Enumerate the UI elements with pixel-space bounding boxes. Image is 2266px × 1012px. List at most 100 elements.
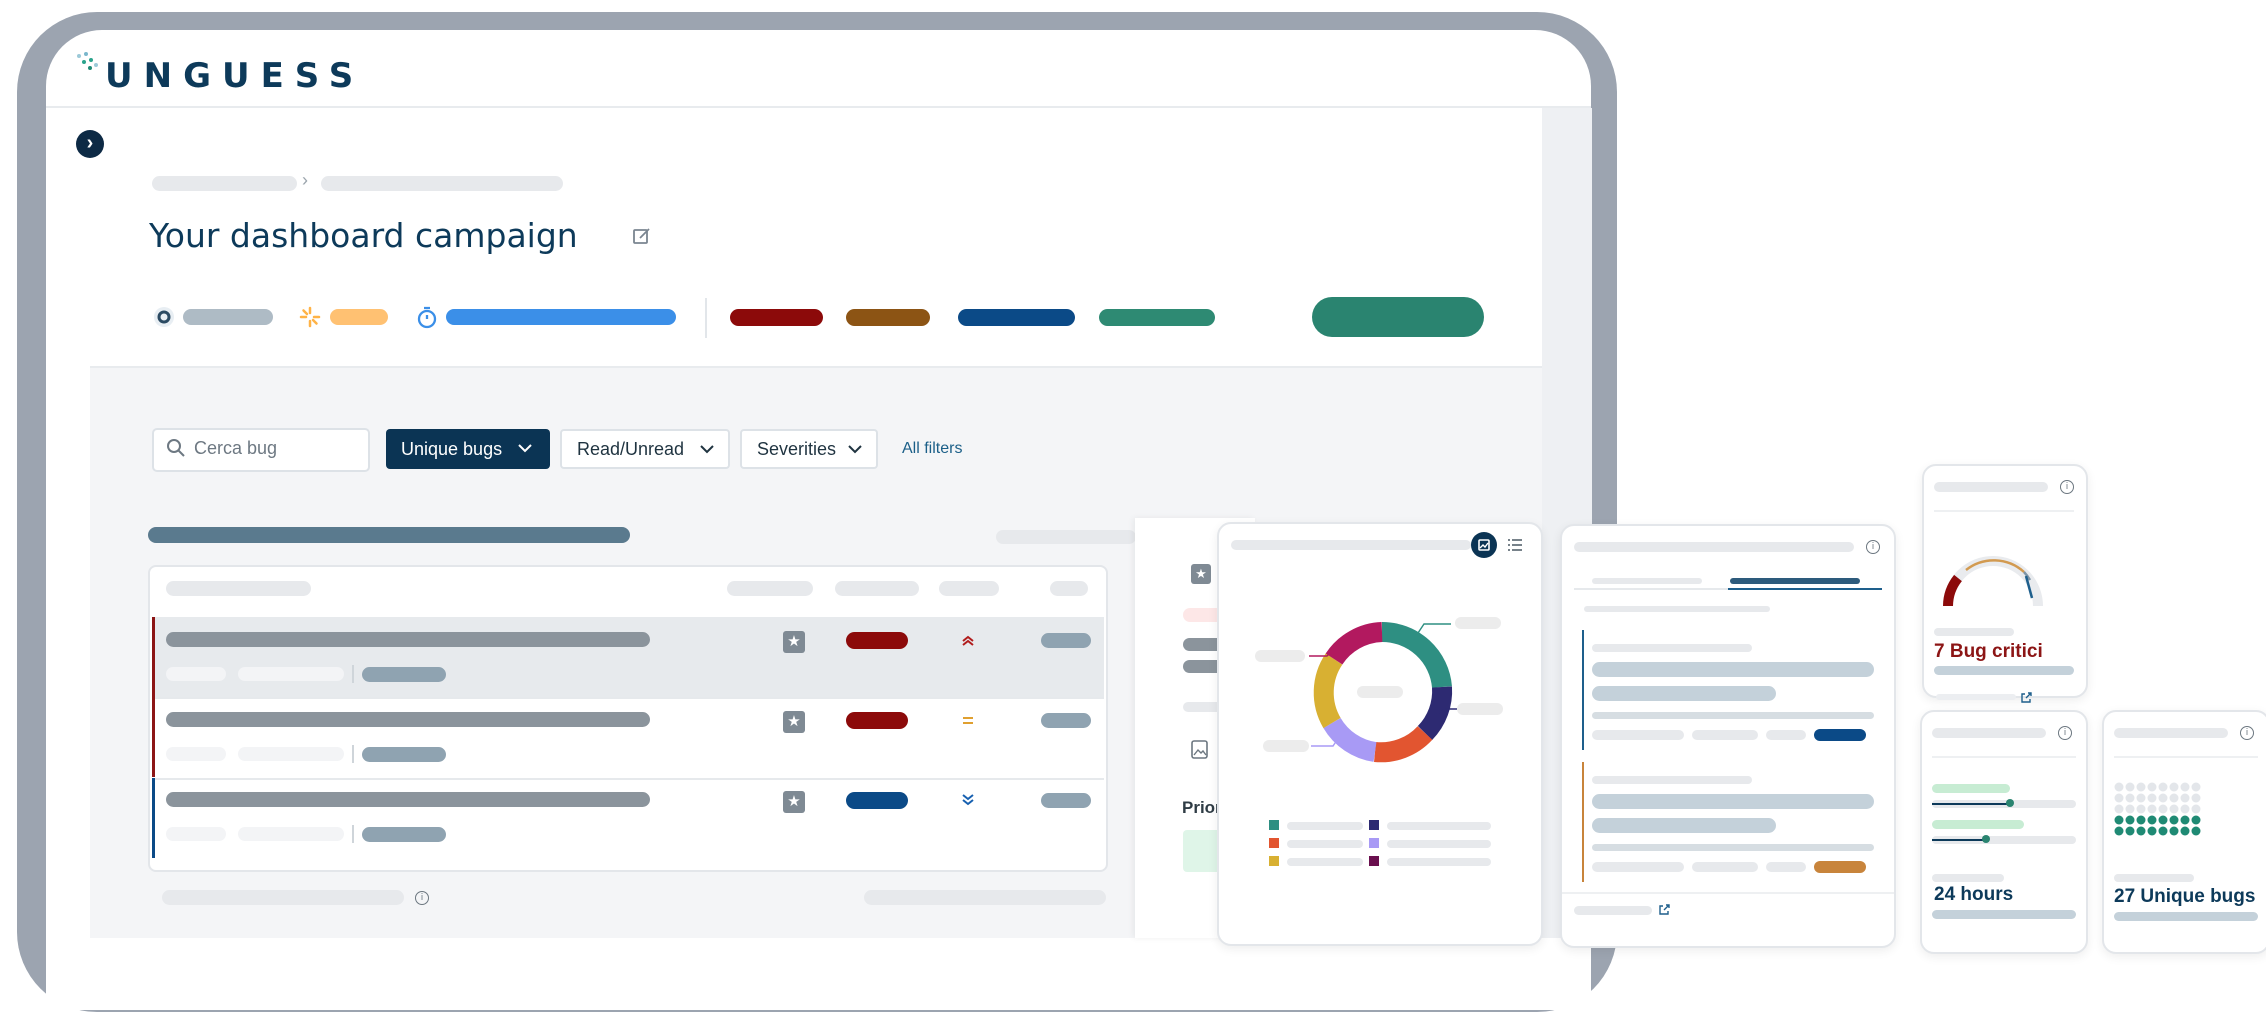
donut-chart-widget <box>1217 522 1543 946</box>
list-icon[interactable] <box>1507 538 1523 552</box>
table-header-cell <box>727 581 813 596</box>
matrix-dot <box>2158 793 2168 803</box>
severities-dropdown[interactable]: Severities <box>740 429 878 469</box>
unique-bugs-dropdown[interactable]: Unique bugs <box>386 429 550 469</box>
star-icon[interactable]: ★ <box>783 631 805 653</box>
chevron-down-icon <box>700 445 714 454</box>
info-icon[interactable]: i <box>2060 480 2074 494</box>
primary-action-button[interactable] <box>1312 297 1484 337</box>
status-badge <box>1041 713 1091 728</box>
chart-icon[interactable] <box>1471 532 1497 558</box>
divider <box>352 745 354 763</box>
info-icon[interactable]: i <box>2240 726 2254 740</box>
unique-bugs-widget: i 27 Unique bugs <box>2102 710 2266 954</box>
list-item-meta <box>1592 776 1752 784</box>
timeline-label <box>1932 784 2010 793</box>
image-icon <box>1191 740 1208 759</box>
external-link-icon[interactable] <box>1658 904 1670 916</box>
bug-tag <box>238 747 344 761</box>
matrix-dot <box>2114 782 2124 792</box>
status-badge <box>1041 633 1091 648</box>
list-item-title[interactable] <box>1592 794 1874 809</box>
list-item-title[interactable] <box>1592 686 1776 701</box>
loading-icon <box>299 306 321 328</box>
matrix-dot <box>2147 782 2157 792</box>
widget-footer-link[interactable] <box>1574 906 1652 915</box>
sidebar-toggle-button[interactable]: › <box>76 130 104 158</box>
edit-icon[interactable] <box>632 226 652 246</box>
matrix-dot <box>2114 815 2124 825</box>
widget-title <box>2114 728 2228 738</box>
divider <box>352 665 354 683</box>
bug-title <box>166 712 650 727</box>
matrix-dot <box>2169 793 2179 803</box>
matrix-dot <box>2169 815 2179 825</box>
bug-tag <box>238 667 344 681</box>
matrix-dot <box>2147 793 2157 803</box>
chart-label <box>1457 703 1503 715</box>
list-item-title[interactable] <box>1592 662 1874 677</box>
severity-low-count <box>1099 309 1215 326</box>
matrix-dot <box>2136 826 2146 836</box>
all-filters-link[interactable]: All filters <box>902 440 962 458</box>
list-item-meta <box>1592 644 1752 652</box>
widget-subline <box>1932 910 2076 919</box>
table-row[interactable]: ★ <box>152 778 1104 860</box>
progress-bar <box>446 309 676 325</box>
matrix-dot <box>2114 793 2124 803</box>
tab-active[interactable] <box>1730 578 1860 584</box>
chevron-down-icon <box>518 444 532 453</box>
matrix-dot <box>2125 782 2135 792</box>
list-caption <box>1584 606 1770 612</box>
info-icon[interactable]: i <box>1866 540 1880 554</box>
stopwatch-icon <box>417 306 437 329</box>
table-row[interactable]: ★ <box>152 697 1104 779</box>
widget-title <box>1574 542 1854 552</box>
severity-medium-count <box>958 309 1075 326</box>
row-severity-indicator <box>152 778 155 858</box>
matrix-dot <box>2125 815 2135 825</box>
matrix-dot <box>2191 826 2201 836</box>
bug-type-tag <box>362 747 446 762</box>
breadcrumb-item[interactable] <box>321 176 563 191</box>
list-item-line <box>1592 712 1874 719</box>
breadcrumb-item[interactable] <box>152 176 297 191</box>
divider <box>1562 892 1894 894</box>
matrix-dot <box>2125 793 2135 803</box>
legend-label <box>1387 822 1491 830</box>
star-icon[interactable]: ★ <box>1191 564 1211 584</box>
matrix-dot <box>2136 793 2146 803</box>
severity-critical-count <box>730 309 823 326</box>
timeline-label <box>1932 820 2024 829</box>
star-icon[interactable]: ★ <box>783 711 805 733</box>
legend-swatch <box>1369 856 1379 866</box>
chart-label <box>1263 740 1309 752</box>
matrix-dot <box>2136 782 2146 792</box>
star-icon[interactable]: ★ <box>783 791 805 813</box>
tab-inactive[interactable] <box>1592 578 1702 584</box>
info-icon[interactable]: i <box>2058 726 2072 740</box>
section-title <box>148 527 630 543</box>
matrix-dot <box>2125 804 2135 814</box>
duration-stat: 24 hours <box>1934 884 2014 905</box>
severity-badge <box>846 792 908 809</box>
list-item-tag <box>1766 730 1806 740</box>
list-item-badge <box>1814 729 1866 741</box>
list-item-tag <box>1592 862 1684 872</box>
logo[interactable]: UNGUESS <box>105 56 364 96</box>
info-icon[interactable]: i <box>415 891 429 905</box>
list-item-title[interactable] <box>1592 818 1776 833</box>
external-link-icon[interactable] <box>2020 692 2032 704</box>
search-icon <box>167 439 185 457</box>
tab-underline <box>1728 588 1882 590</box>
table-row[interactable]: ★ <box>152 617 1104 697</box>
list-item-tag <box>1692 862 1758 872</box>
matrix-dot <box>2147 826 2157 836</box>
legend-label <box>1287 822 1363 830</box>
legend-label <box>1387 840 1491 848</box>
widget-caption <box>1934 628 2014 636</box>
donut-chart <box>1255 617 1503 763</box>
divider <box>705 298 707 338</box>
read-unread-dropdown[interactable]: Read/Unread <box>560 429 730 469</box>
widget-footer-link[interactable] <box>1936 694 2016 700</box>
